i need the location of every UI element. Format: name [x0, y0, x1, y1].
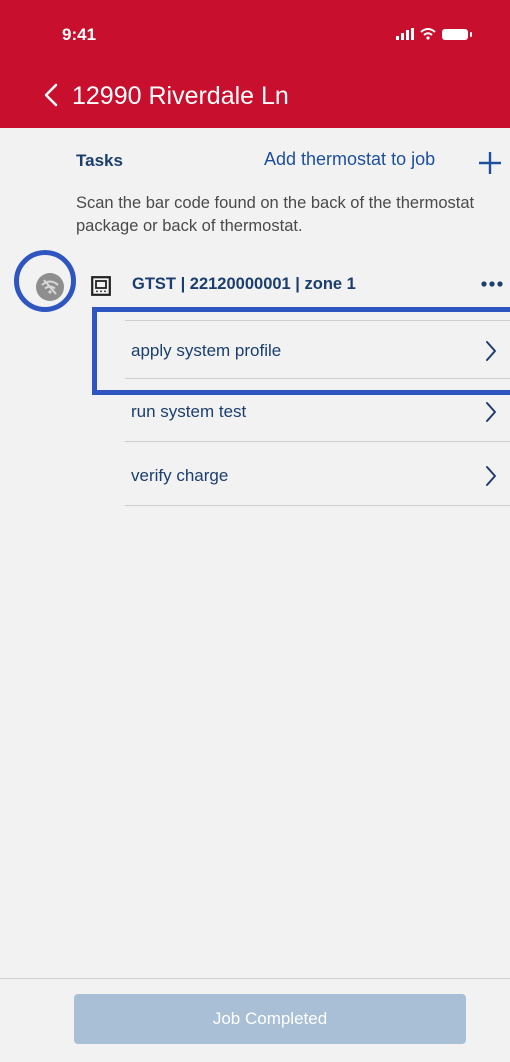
- scan-instructions: Scan the bar code found on the back of t…: [76, 194, 475, 235]
- task-row-run-system-test[interactable]: run system test: [131, 402, 246, 422]
- chevron-right-icon[interactable]: [484, 400, 498, 424]
- cellular-signal-icon: [396, 28, 414, 40]
- status-icons: [396, 28, 472, 40]
- thermostat-label[interactable]: GTST | 22120000001 | zone 1: [132, 275, 356, 294]
- chevron-right-icon[interactable]: [484, 464, 498, 488]
- task-row-verify-charge[interactable]: verify charge: [131, 466, 228, 486]
- job-completed-button[interactable]: Job Completed: [74, 994, 466, 1044]
- row-divider: [125, 505, 510, 506]
- tasks-section-label: Tasks: [76, 151, 123, 170]
- wifi-status-icon: [420, 28, 436, 40]
- add-thermostat-link[interactable]: Add thermostat to job: [264, 149, 435, 170]
- status-time: 9:41: [62, 25, 97, 44]
- highlight-circle: [14, 250, 76, 312]
- more-options-icon[interactable]: [480, 278, 504, 290]
- back-chevron-icon[interactable]: [40, 80, 64, 110]
- highlight-box: [92, 307, 510, 395]
- page-title: 12990 Riverdale Ln: [72, 82, 289, 110]
- app-header: 9:41 12990 Riverdale Ln: [0, 0, 510, 128]
- battery-icon: [442, 28, 472, 40]
- plus-icon[interactable]: [477, 150, 503, 176]
- row-divider: [125, 441, 510, 442]
- footer-divider: [0, 978, 510, 979]
- thermostat-icon: [91, 276, 111, 296]
